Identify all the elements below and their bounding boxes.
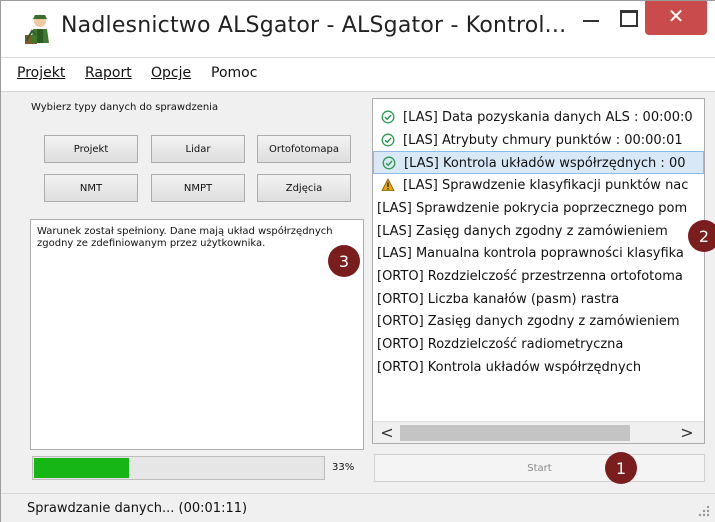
check-list-item-label: [LAS] Sprawdzenie klasyfikacji punktów n…: [403, 178, 689, 194]
check-list-item[interactable]: [LAS] Manualna kontrola poprawności klas…: [373, 242, 704, 265]
check-list-item[interactable]: [ORTO] Liczba kanałów (pasm) rastra: [373, 288, 704, 311]
check-list-item-label: [ORTO] Rozdzielczość radiometryczna: [377, 337, 624, 352]
maximize-button[interactable]: [613, 1, 643, 35]
callout-badge-3: 3: [328, 245, 360, 277]
menu-projekt-label: Projekt: [17, 65, 66, 81]
message-textbox[interactable]: Warunek został spełniony. Dane mają ukła…: [30, 219, 364, 450]
menu-opcje-label: Opcje: [151, 65, 192, 81]
nmpt-button[interactable]: NMPT: [151, 174, 245, 202]
check-list-item[interactable]: [LAS] Kontrola układów współrzędnych : 0…: [373, 151, 704, 175]
menu-pomoc[interactable]: Pomoc: [211, 65, 257, 81]
check-list-item[interactable]: [ORTO] Rozdzielczość radiometryczna: [373, 333, 704, 356]
menu-raport[interactable]: Raport: [85, 65, 132, 81]
check-list-item-label: [LAS] Zasięg danych zgodny z zamówieniem: [377, 223, 668, 239]
menu-raport-label: Raport: [85, 65, 132, 81]
application-window: Nadlesnictwo ALSgator - ALSgator - Kontr…: [0, 0, 715, 522]
check-list-item-label: [LAS] Manualna kontrola poprawności klas…: [377, 246, 684, 262]
horizontal-scrollbar[interactable]: < >: [373, 421, 704, 443]
check-ok-icon: [381, 133, 395, 147]
warning-icon: [381, 178, 395, 191]
check-list-item-label: [LAS] Kontrola układów współrzędnych : 0…: [404, 156, 686, 172]
check-list-item[interactable]: [ORTO] Kontrola układów współrzędnych: [373, 356, 704, 379]
menu-opcje[interactable]: Opcje: [151, 65, 191, 81]
check-list-item[interactable]: [LAS] Zasięg danych zgodny z zamówieniem: [373, 220, 704, 243]
close-icon: ✕: [667, 4, 685, 28]
check-list-item-label: [ORTO] Zasięg danych zgodny z zamówienie…: [377, 314, 680, 330]
minimize-button[interactable]: [571, 1, 613, 35]
check-list-item-label: [LAS] Data pozyskania danych ALS : 00:00…: [403, 110, 693, 125]
callout-badge-1: 1: [605, 452, 637, 484]
progress-bar: [32, 456, 325, 480]
menu-pomoc-label: Pomoc: [211, 65, 258, 81]
check-list-item-label: [ORTO] Kontrola układów współrzędnych: [377, 359, 642, 375]
check-list-item[interactable]: [LAS] Data pozyskania danych ALS : 00:00…: [373, 106, 704, 129]
menu-bar: Projekt Raport Opcje Pomoc: [1, 57, 715, 91]
checks-list[interactable]: [LAS] Data pozyskania danych ALS : 00:00…: [372, 98, 705, 444]
projekt-button[interactable]: Projekt: [44, 135, 138, 163]
callout-badge-2: 2: [688, 220, 715, 252]
close-button[interactable]: ✕: [645, 1, 707, 35]
window-title: Nadlesnictwo ALSgator - ALSgator - Kontr…: [61, 13, 567, 38]
scroll-right-icon[interactable]: >: [675, 422, 699, 443]
data-types-label: Wybierz typy danych do sprawdzenia: [31, 102, 219, 113]
check-list-item[interactable]: [LAS] Sprawdzenie klasyfikacji punktów n…: [373, 174, 704, 197]
check-ok-icon: [382, 156, 396, 170]
check-list-item-label: [ORTO] Liczba kanałów (pasm) rastra: [377, 291, 620, 307]
scroll-thumb[interactable]: [400, 425, 630, 441]
check-list-item-label: [LAS] Atrybuty chmury punktów : 00:00:01: [403, 132, 683, 148]
progress-percent: 33%: [332, 462, 355, 473]
check-list-item[interactable]: [LAS] Sprawdzenie pokrycia poprzecznego …: [373, 197, 704, 220]
zdjecia-button[interactable]: Zdjęcia: [257, 174, 351, 202]
progress-fill: [34, 458, 129, 478]
check-ok-icon: [381, 110, 395, 124]
resize-grip-icon[interactable]: [698, 505, 710, 517]
ortofotomapa-button[interactable]: Ortofotomapa: [257, 135, 351, 163]
forester-app-icon: [25, 15, 49, 44]
start-button[interactable]: Start: [374, 454, 705, 482]
check-list-item[interactable]: [LAS] Atrybuty chmury punktów : 00:00:01: [373, 129, 704, 152]
check-list-item-label: [ORTO] Rozdzielczość przestrzenna ortofo…: [377, 268, 683, 284]
check-list-item[interactable]: [ORTO] Zasięg danych zgodny z zamówienie…: [373, 310, 704, 333]
status-bar: Sprawdzanie danych... (00:01:11): [1, 493, 715, 522]
check-list-item[interactable]: [ORTO] Rozdzielczość przestrzenna ortofo…: [373, 265, 704, 288]
scroll-left-icon[interactable]: <: [375, 422, 399, 443]
status-text: Sprawdzanie danych... (00:01:11): [27, 501, 248, 516]
lidar-button[interactable]: Lidar: [151, 135, 245, 163]
main-area: Wybierz typy danych do sprawdzenia Proje…: [1, 91, 715, 493]
nmt-button[interactable]: NMT: [44, 174, 138, 202]
message-text: Warunek został spełniony. Dane mają ukła…: [37, 226, 333, 249]
check-list-item-label: [LAS] Sprawdzenie pokrycia poprzecznego …: [377, 200, 688, 216]
title-bar[interactable]: Nadlesnictwo ALSgator - ALSgator - Kontr…: [1, 1, 715, 57]
menu-projekt[interactable]: Projekt: [17, 65, 65, 81]
